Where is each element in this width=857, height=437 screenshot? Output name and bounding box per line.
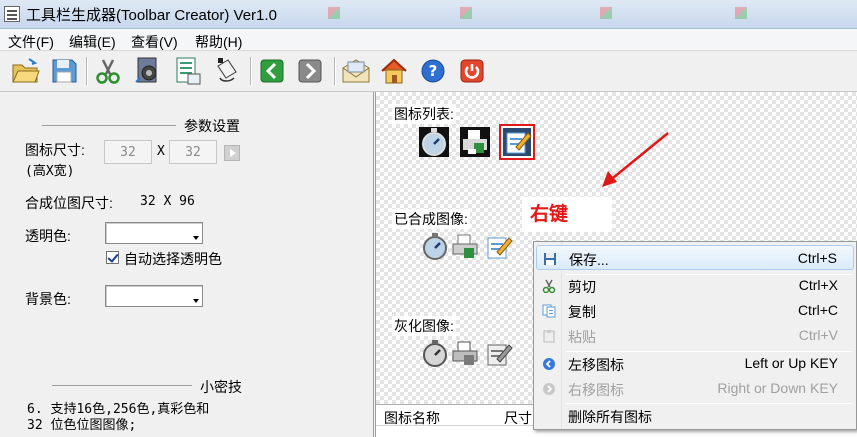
menu-item-copy[interactable]: 复制 Ctrl+C [536,298,854,323]
export-icon[interactable] [172,55,204,87]
stopwatch-icon[interactable] [418,126,450,158]
column-size[interactable]: 尺寸 [504,408,532,428]
menu-item-shortcut: Right or Down KEY [717,380,838,396]
annotation-arrow-icon [602,132,669,187]
menu-item-cut[interactable]: 剪切 Ctrl+X [536,273,854,298]
menu-item-delete-all[interactable]: 删除所有图标 [536,403,854,428]
icon-width-input[interactable]: 32 [169,140,217,164]
copy-icon [542,304,556,318]
bucket-icon[interactable] [210,55,242,87]
menu-item-shortcut: Ctrl+V [798,327,838,343]
gray-image-strip [420,337,516,372]
background-taskbar-ghost [328,7,345,23]
toolbar-separator [86,57,88,85]
menu-item-paste[interactable]: 粘贴 Ctrl+V [536,323,854,348]
group-divider [52,385,192,386]
mail-icon[interactable] [340,55,372,87]
auto-transparent-checkbox[interactable] [106,251,119,264]
menu-bar: 文件(F) 编辑(E) 查看(V) 帮助(H) [0,29,857,51]
printer-icon[interactable] [459,126,491,158]
menu-item-label: 保存... [569,252,609,268]
tips-text-line2: 32 位色位图图像; [27,418,137,433]
icon-list-label: 图标列表: [392,104,456,124]
toolbar-separator [334,57,336,85]
toolbar: ? [0,51,857,92]
menu-view[interactable]: 查看(V) [131,32,178,52]
column-icon-name[interactable]: 图标名称 [384,408,440,428]
auto-transparent-label: 自动选择透明色 [124,251,222,267]
settings-section-title: 参数设置 [184,118,240,134]
app-icon [4,6,20,22]
cut-icon [542,279,556,294]
toolbar-separator [250,57,252,85]
menu-item-save[interactable]: 保存... Ctrl+S [536,245,854,270]
help-icon[interactable]: ? [417,55,449,87]
save-icon [543,252,557,266]
background-color-label: 背景色: [25,291,71,307]
icon-size-label: 图标尺寸: [25,142,85,158]
composite-size-value: 32 X 96 [140,194,195,209]
transparent-color-label: 透明色: [25,228,71,244]
menu-item-label: 粘贴 [568,329,596,345]
menu-item-label: 左移图标 [568,357,624,373]
move-left-icon [542,357,556,371]
menu-item-shortcut: Left or Up KEY [744,355,838,371]
composite-size-label: 合成位图尺寸: [25,195,113,211]
menu-item-move-left[interactable]: 左移图标 Left or Up KEY [536,351,854,376]
home-icon[interactable] [378,55,410,87]
move-left-icon[interactable] [256,55,288,87]
exit-icon[interactable] [456,55,488,87]
edit-document-icon[interactable] [499,124,535,160]
title-bar: 工具栏生成器(Toolbar Creator) Ver1.0 [0,0,857,29]
move-right-icon [542,382,556,396]
open-icon[interactable] [10,55,42,87]
background-taskbar-ghost [735,7,752,23]
gear-icon[interactable] [132,55,164,87]
gray-image-label: 灰化图像: [392,316,456,336]
window-title: 工具栏生成器(Toolbar Creator) Ver1.0 [26,7,277,24]
menu-item-label: 删除所有图标 [568,409,652,425]
menu-item-label: 剪切 [568,279,596,295]
menu-item-label: 右移图标 [568,382,624,398]
svg-text:?: ? [429,62,438,80]
right-click-annotation: 右键 [522,197,613,232]
paste-icon [542,329,556,343]
group-divider [42,125,176,126]
background-taskbar-ghost [460,7,477,23]
settings-panel: 参数设置 图标尺寸: (高X宽) 32 X 32 合成位图尺寸: 32 X 96… [0,92,374,437]
composite-image-label: 已合成图像: [392,209,470,229]
save-icon[interactable] [48,55,80,87]
composite-image-strip [420,230,516,265]
icon-height-input[interactable]: 32 [104,140,152,164]
transparent-color-select[interactable] [105,222,203,244]
icon-size-hint: (高X宽) [25,164,75,179]
background-taskbar-ghost [600,7,617,23]
menu-item-label: 复制 [568,304,596,320]
background-color-select[interactable] [105,285,203,307]
menu-help[interactable]: 帮助(H) [195,32,242,52]
menu-item-shortcut: Ctrl+C [797,302,838,318]
size-separator: X [157,144,165,159]
context-menu: 保存... Ctrl+S 剪切 Ctrl+X 复制 Ctrl+C 粘贴 Ctrl… [533,241,857,430]
cut-icon[interactable] [92,55,124,87]
menu-item-shortcut: Ctrl+X [798,277,838,293]
tips-section-title: 小密技 [200,379,242,395]
apply-size-arrow-icon[interactable] [224,145,240,161]
menu-item-move-right[interactable]: 右移图标 Right or Down KEY [536,376,854,401]
menu-edit[interactable]: 编辑(E) [69,32,116,52]
menu-item-shortcut: Ctrl+S [797,250,837,266]
move-right-icon[interactable] [294,55,326,87]
menu-file[interactable]: 文件(F) [8,32,54,52]
